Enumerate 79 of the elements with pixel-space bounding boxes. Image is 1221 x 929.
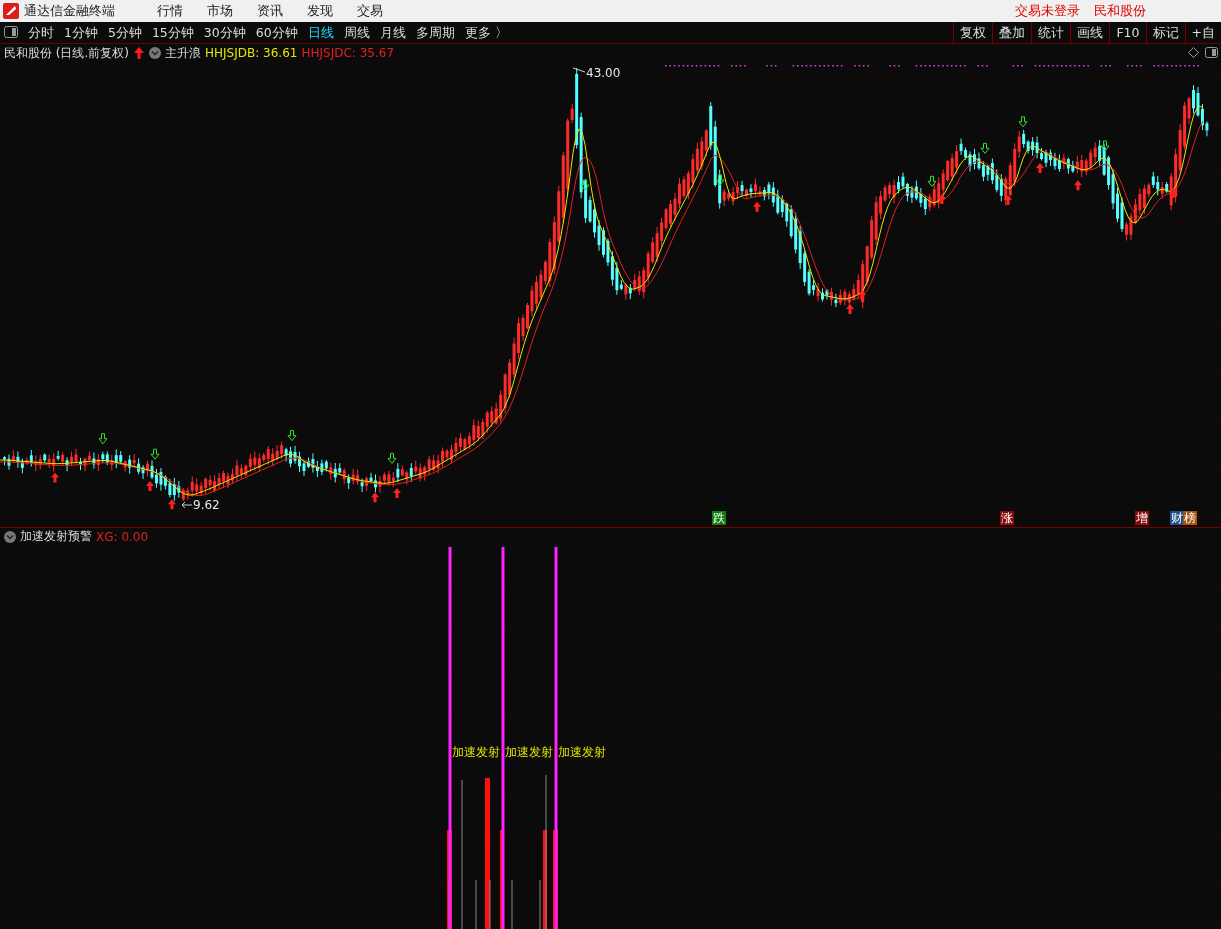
up-arrow-icon (133, 47, 145, 59)
up-arrow-icon (168, 499, 176, 510)
event-tag[interactable]: 涨 (1000, 511, 1014, 525)
period-tab[interactable]: 日线 (302, 22, 339, 43)
indicator-name: 加速发射预警 (20, 528, 92, 545)
low-price-label: 9.62 (193, 498, 220, 512)
down-arrow-icon (980, 142, 990, 154)
leader-line (572, 67, 586, 73)
down-arrow-icon (387, 452, 397, 464)
panel-toggle-icon[interactable] (1205, 47, 1218, 58)
up-arrow-icon (858, 290, 866, 301)
leader-line (181, 501, 193, 509)
tool-button[interactable]: 叠加 (992, 22, 1032, 43)
panel-toggle-icon[interactable] (4, 26, 18, 38)
tool-button[interactable]: +自 (1184, 22, 1221, 43)
menu-item[interactable]: 市场 (207, 2, 233, 20)
chart-title: 民和股份 (日线.前复权) (4, 44, 129, 62)
tool-button[interactable]: F10 (1109, 22, 1146, 43)
signal-label: 加速发射 (452, 745, 500, 759)
period-tab[interactable]: 多周期 (410, 22, 460, 43)
period-tab[interactable]: 60分钟 (250, 22, 303, 43)
up-arrow-icon (1036, 163, 1044, 173)
histogram-line (489, 879, 491, 929)
tool-button[interactable]: 画线 (1070, 22, 1110, 43)
tool-button[interactable]: 标记 (1145, 22, 1185, 43)
period-tab[interactable]: 1分钟 (59, 22, 103, 43)
up-arrow-icon (371, 492, 379, 503)
app-title: 通达信金融终端 (24, 2, 115, 20)
up-arrow-icon (146, 481, 154, 491)
app-logo-icon (3, 3, 19, 19)
tool-button[interactable]: 统计 (1031, 22, 1071, 43)
period-tab[interactable]: 周线 (338, 22, 375, 43)
period-tab[interactable]: 分时 (23, 22, 59, 43)
event-tag[interactable]: 榜 (1183, 511, 1197, 525)
signal-label: 加速发射 (558, 745, 606, 759)
histogram-line (511, 879, 513, 929)
up-arrow-icon (846, 304, 854, 314)
period-tab[interactable]: 30分钟 (198, 22, 251, 43)
signal-label: 加速发射 (505, 745, 553, 759)
event-tag[interactable]: 跌 (712, 511, 726, 525)
down-arrow-icon (927, 175, 937, 187)
up-arrow-icon (753, 201, 761, 212)
up-arrow-icon (1074, 180, 1082, 191)
histogram-line (475, 879, 477, 929)
period-tab[interactable]: 月线 (374, 22, 411, 43)
down-arrow-icon (1018, 116, 1028, 128)
menu-item[interactable]: 资讯 (257, 2, 283, 20)
dropdown-icon[interactable] (149, 47, 161, 59)
high-price-label: 43.00 (586, 66, 621, 80)
period-tab[interactable]: 5分钟 (102, 22, 147, 43)
indicator-value: XG: 0.00 (96, 529, 149, 544)
down-arrow-icon (715, 174, 725, 186)
down-arrow-icon (150, 448, 160, 460)
stock-name: 民和股份 (1094, 2, 1146, 20)
indicator-value: HHJSJDC: 35.67 (301, 46, 394, 60)
menu-item[interactable]: 交易 (357, 2, 383, 20)
menu-item[interactable]: 发现 (307, 2, 333, 20)
tool-button[interactable]: 复权 (953, 22, 993, 43)
login-status[interactable]: 交易未登录 (1015, 2, 1080, 20)
period-tab[interactable]: 15分钟 (146, 22, 199, 43)
dropdown-icon[interactable] (4, 530, 16, 543)
up-arrow-icon (393, 487, 401, 498)
event-tag[interactable]: 财 (1170, 511, 1184, 525)
more-menu[interactable]: 更多 〉 (459, 22, 513, 43)
down-arrow-icon (287, 430, 297, 442)
up-arrow-icon (1169, 188, 1177, 198)
up-arrow-icon (938, 194, 946, 204)
menu-item[interactable]: 行情 (157, 2, 183, 20)
histogram-line (448, 879, 450, 929)
indicator-name: 主升浪 (165, 44, 201, 62)
down-arrow-icon (98, 433, 108, 445)
up-arrow-icon (1004, 195, 1012, 205)
indicator-value: HHJSJDB: 36.61 (205, 46, 298, 60)
diamond-icon[interactable] (1188, 47, 1199, 58)
up-arrow-icon (51, 472, 59, 483)
down-arrow-icon (1100, 140, 1110, 152)
down-arrow-icon (580, 179, 590, 191)
histogram-line (539, 879, 541, 929)
event-tag[interactable]: 增 (1135, 511, 1149, 525)
